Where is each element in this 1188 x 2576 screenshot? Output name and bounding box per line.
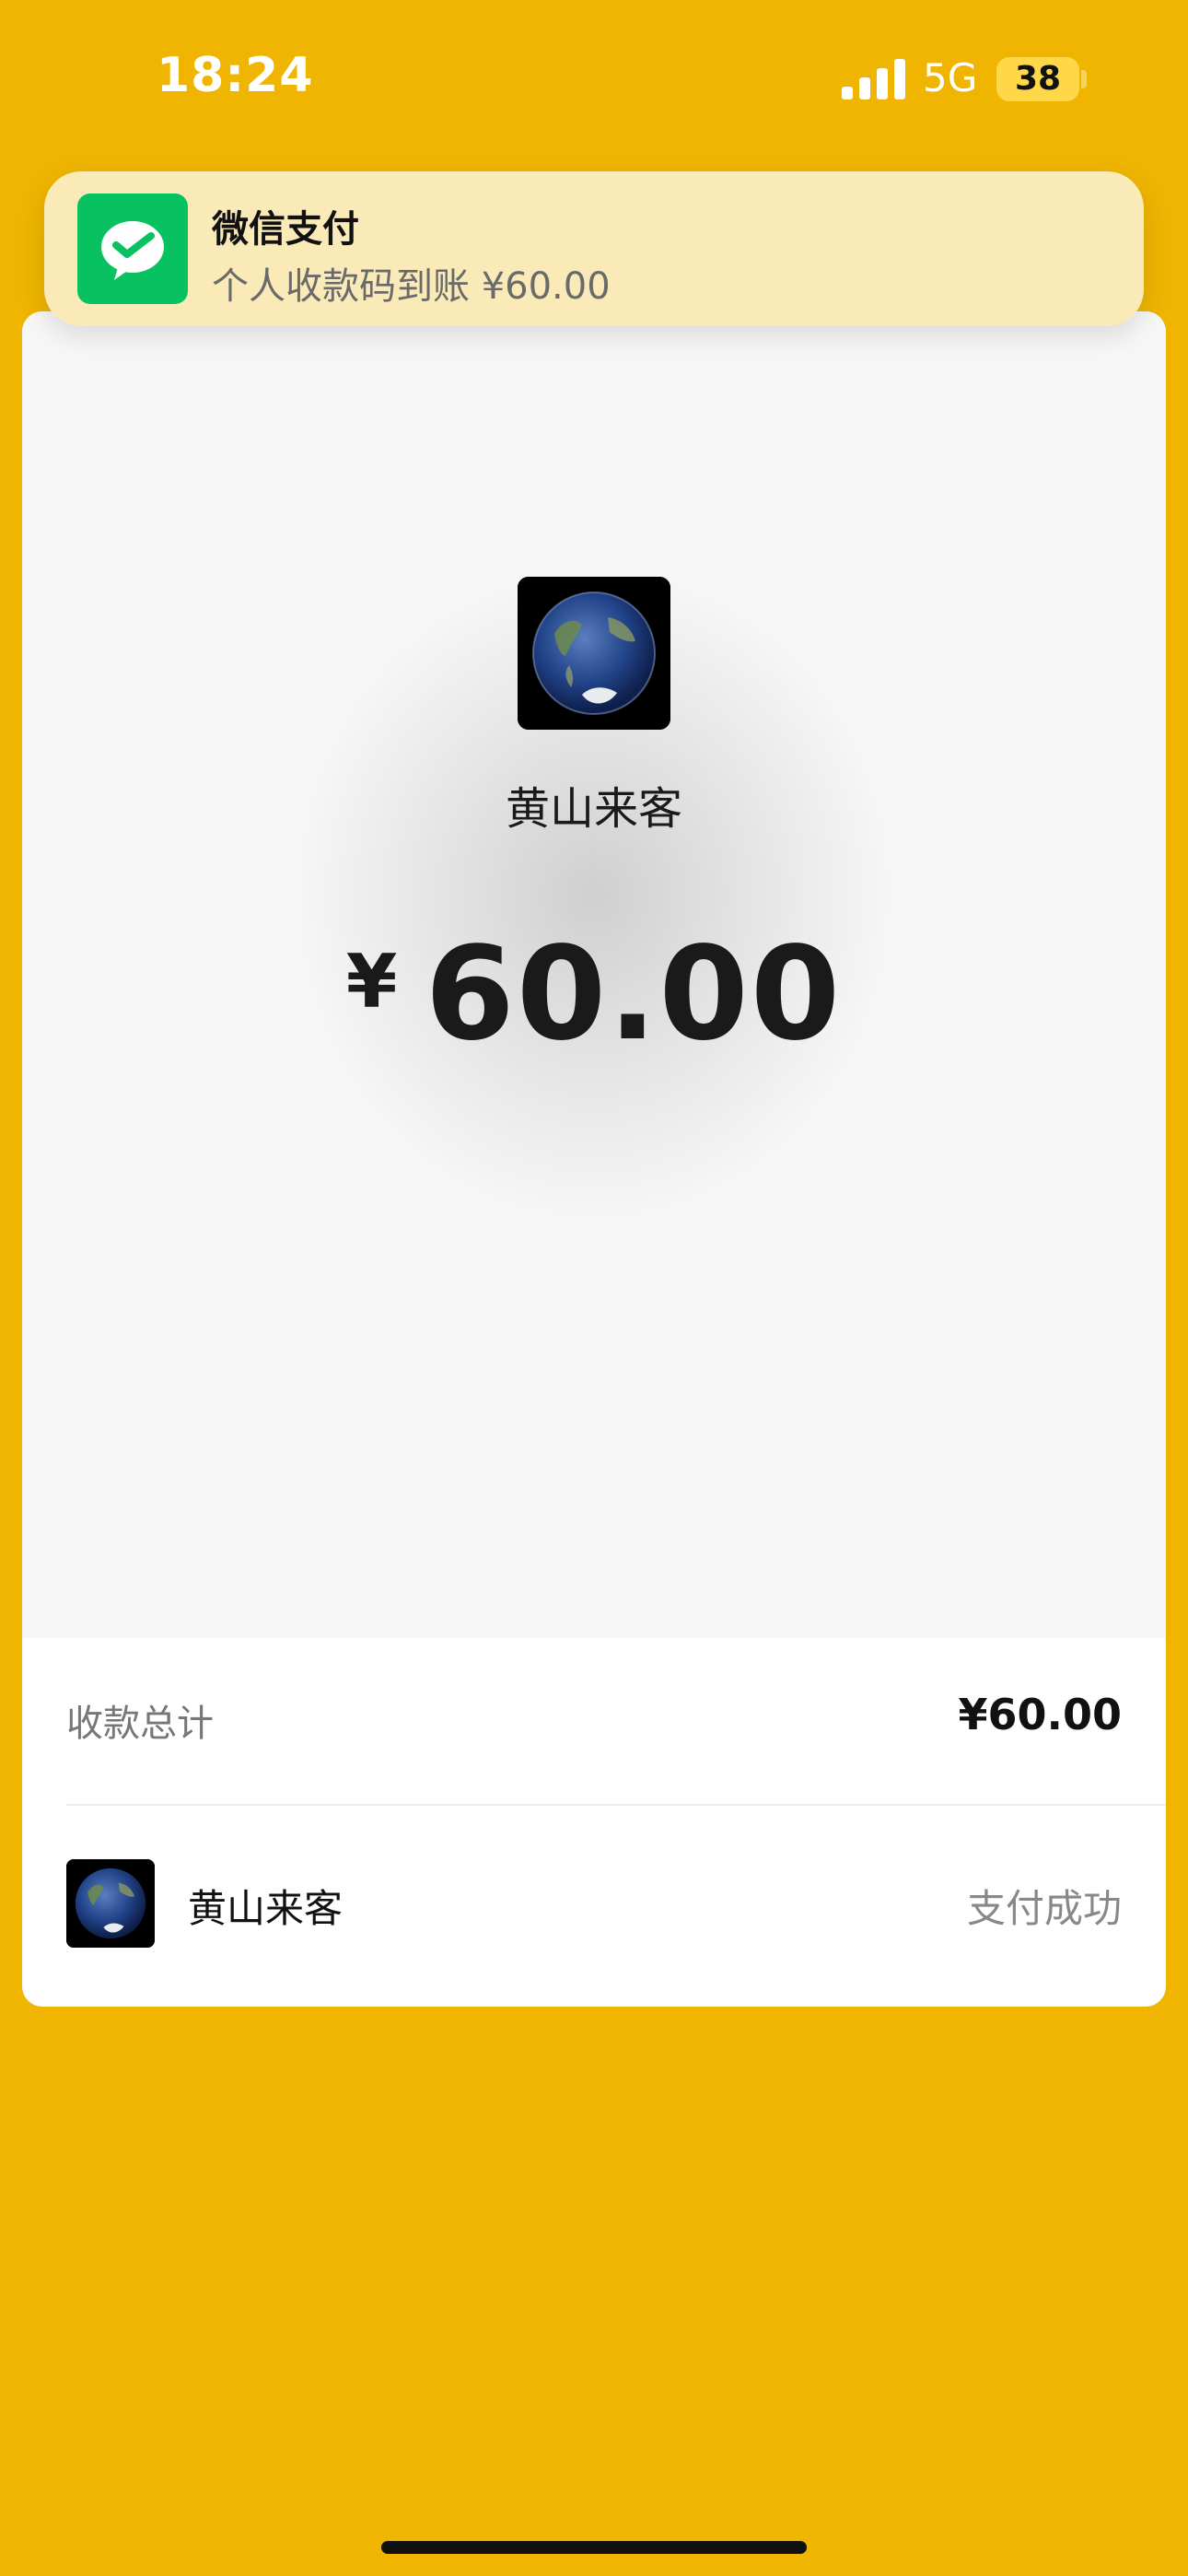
notification-title: 微信支付	[212, 208, 359, 251]
notification-message: 个人收款码到账 ¥60.00	[212, 265, 611, 308]
currency-symbol: ¥	[345, 939, 398, 1025]
signal-strength-icon	[842, 59, 906, 100]
earth-globe-icon	[518, 577, 670, 730]
total-value: ¥60.00	[958, 1690, 1122, 1739]
payer-avatar	[518, 577, 670, 730]
home-indicator[interactable]	[381, 2541, 807, 2554]
wechat-pay-notification[interactable]: 微信支付 个人收款码到账 ¥60.00	[44, 171, 1144, 326]
battery-cap	[1081, 70, 1087, 88]
payer-name: 黄山来客	[505, 783, 682, 835]
receipt-hero: 黄山来客 ¥60.00	[22, 311, 1166, 1638]
amount-value: 60.00	[425, 919, 843, 1070]
status-time: 18:24	[157, 48, 314, 103]
battery-icon: 38	[996, 57, 1079, 101]
payment-receipt-card: 黄山来客 ¥60.00 收款总计 ¥60.00 黄山来客 支付成功	[22, 311, 1166, 2007]
total-label: 收款总计	[66, 1703, 214, 1745]
network-type: 5G	[923, 55, 978, 100]
wechat-pay-icon	[77, 193, 188, 304]
record-avatar	[66, 1859, 155, 1948]
record-payer-name: 黄山来客	[188, 1886, 344, 1931]
payment-amount: ¥60.00	[22, 919, 1166, 1070]
divider	[66, 1804, 1166, 1806]
record-status: 支付成功	[966, 1886, 1122, 1931]
earth-globe-icon	[66, 1859, 155, 1948]
